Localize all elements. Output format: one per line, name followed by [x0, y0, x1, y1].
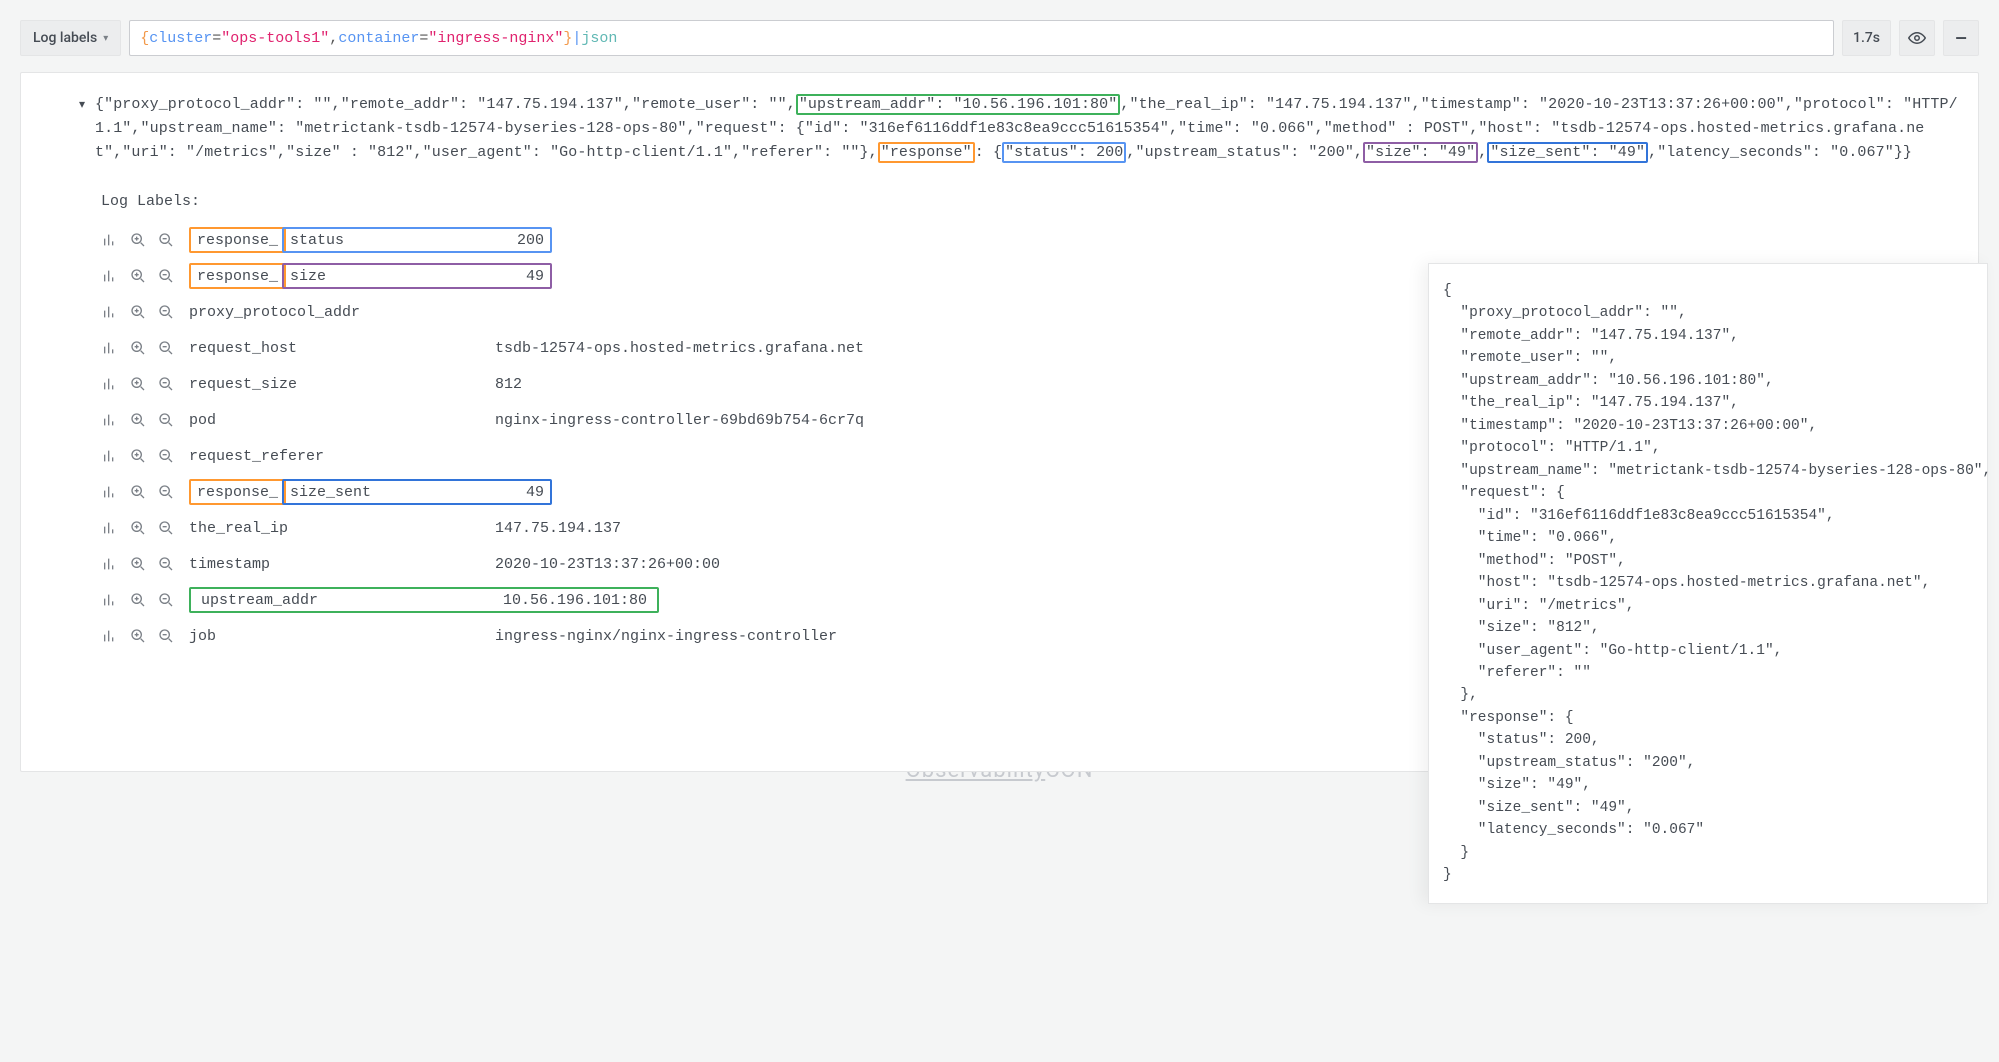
raw-log-line: {"proxy_protocol_addr": "","remote_addr"… [71, 93, 1966, 165]
zoom-in-icon[interactable] [129, 484, 147, 500]
highlight-size-sent: "size_sent": "49" [1487, 142, 1648, 163]
stats-icon[interactable] [101, 376, 119, 392]
zoom-out-icon[interactable] [157, 592, 175, 608]
log-labels-label: Log labels [33, 30, 97, 46]
label-key: response_size49 [185, 263, 552, 289]
zoom-in-icon[interactable] [129, 412, 147, 428]
zoom-out-icon[interactable] [157, 520, 175, 536]
stats-icon[interactable] [101, 232, 119, 248]
highlight-status: "status": 200 [1002, 142, 1126, 163]
collapse-caret-icon[interactable]: ▾ [79, 97, 85, 111]
stats-icon[interactable] [101, 592, 119, 608]
zoom-in-icon[interactable] [129, 520, 147, 536]
query-time: 1.7s [1842, 20, 1891, 56]
eye-button[interactable] [1899, 20, 1935, 56]
label-value: nginx-ingress-controller-69bd69b754-6cr7… [495, 412, 864, 429]
stats-icon[interactable] [101, 484, 119, 500]
zoom-in-icon[interactable] [129, 376, 147, 392]
zoom-out-icon[interactable] [157, 484, 175, 500]
log-labels-button[interactable]: Log labels ▾ [20, 20, 121, 56]
zoom-out-icon[interactable] [157, 340, 175, 356]
stats-icon[interactable] [101, 448, 119, 464]
json-pretty-overlay: { "proxy_protocol_addr": "", "remote_add… [1428, 263, 1988, 904]
zoom-out-icon[interactable] [157, 268, 175, 284]
log-panel: ▾ {"proxy_protocol_addr": "","remote_add… [20, 72, 1979, 772]
zoom-in-icon[interactable] [129, 268, 147, 284]
label-key: timestamp [185, 556, 485, 573]
label-row: response_status200 [101, 222, 1966, 258]
zoom-out-icon[interactable] [157, 232, 175, 248]
zoom-out-icon[interactable] [157, 304, 175, 320]
zoom-out-icon[interactable] [157, 412, 175, 428]
zoom-in-icon[interactable] [129, 592, 147, 608]
label-key: job [185, 628, 485, 645]
zoom-in-icon[interactable] [129, 628, 147, 644]
label-key: the_real_ip [185, 520, 485, 537]
zoom-out-icon[interactable] [157, 628, 175, 644]
label-value: 2020-10-23T13:37:26+00:00 [495, 556, 720, 573]
highlight-response-key: "response" [878, 142, 975, 163]
stats-icon[interactable] [101, 556, 119, 572]
label-key: response_size_sent49 [185, 479, 552, 505]
zoom-out-icon[interactable] [157, 448, 175, 464]
label-key: pod [185, 412, 485, 429]
stats-icon[interactable] [101, 340, 119, 356]
chevron-down-icon: ▾ [103, 33, 108, 44]
label-key: request_referer [185, 448, 485, 465]
zoom-in-icon[interactable] [129, 304, 147, 320]
stats-icon[interactable] [101, 628, 119, 644]
label-key: request_size [185, 376, 485, 393]
zoom-in-icon[interactable] [129, 340, 147, 356]
label-key: proxy_protocol_addr [185, 304, 485, 321]
stats-icon[interactable] [101, 304, 119, 320]
highlight-size: "size": "49" [1363, 142, 1478, 163]
label-value: 147.75.194.137 [495, 520, 621, 537]
label-value: ingress-nginx/nginx-ingress-controller [495, 628, 837, 645]
highlight-upstream: "upstream_addr": "10.56.196.101:80" [796, 94, 1121, 115]
log-labels-title: Log Labels: [101, 193, 1966, 210]
eye-icon [1908, 29, 1926, 47]
zoom-in-icon[interactable] [129, 448, 147, 464]
stats-icon[interactable] [101, 268, 119, 284]
zoom-in-icon[interactable] [129, 556, 147, 572]
stats-icon[interactable] [101, 412, 119, 428]
query-toolbar: Log labels ▾ {cluster="ops-tools1",conta… [20, 20, 1979, 56]
zoom-in-icon[interactable] [129, 232, 147, 248]
zoom-out-icon[interactable] [157, 376, 175, 392]
remove-button[interactable]: – [1943, 20, 1979, 56]
query-input[interactable]: {cluster="ops-tools1",container="ingress… [129, 20, 1834, 56]
label-value: 812 [495, 376, 522, 393]
label-key: response_status200 [185, 227, 552, 253]
label-value: tsdb-12574-ops.hosted-metrics.grafana.ne… [495, 340, 864, 357]
label-key: upstream_addr10.56.196.101:80 [185, 587, 659, 613]
label-key: request_host [185, 340, 485, 357]
zoom-out-icon[interactable] [157, 556, 175, 572]
stats-icon[interactable] [101, 520, 119, 536]
